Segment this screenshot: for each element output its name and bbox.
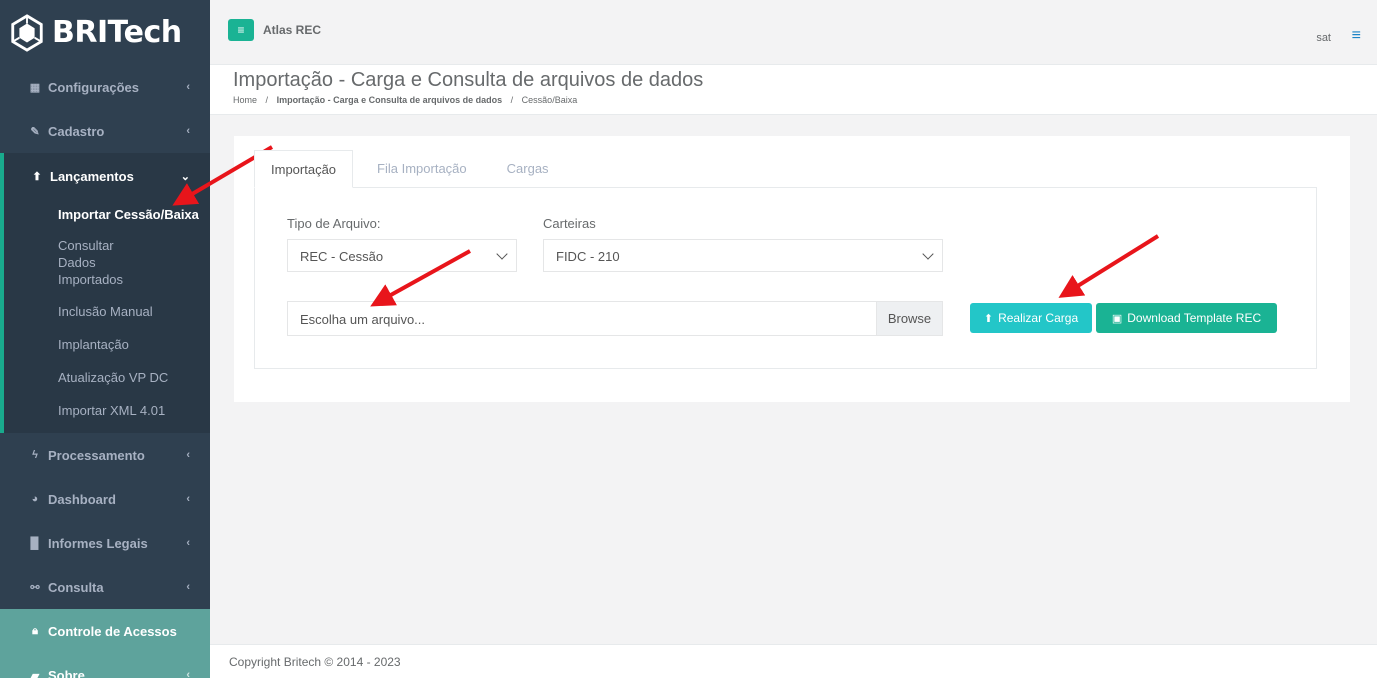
tab-pane-importacao: Tipo de Arquivo: REC - Cessão Carteiras … [254, 187, 1317, 369]
tipo-arquivo-label: Tipo de Arquivo: [287, 216, 381, 231]
sidebar-item-processamento[interactable]: ϟ Processamento ‹ [0, 433, 210, 477]
breadcrumb-home[interactable]: Home [233, 95, 257, 105]
sidebar-subitem-consultar-dados-importados[interactable]: Consultar Dados Importados [4, 230, 154, 295]
sidebar-item-label: Controle de Acessos [48, 623, 177, 639]
sidebar-item-informes-legais[interactable]: ▉ Informes Legais ‹ [0, 521, 210, 565]
carteiras-select[interactable]: FIDC - 210 [543, 239, 943, 272]
sidebar-item-sobre[interactable]: ▰ Sobre ‹ [0, 653, 210, 678]
sidebar-toggle-button[interactable]: ≡ [228, 19, 254, 41]
bars-icon: ≡ [237, 23, 245, 37]
chevron-down-icon [496, 248, 508, 260]
footer: Copyright Britech © 2014 - 2023 [210, 644, 1377, 678]
tab-bar: Importação Fila Importação Cargas [254, 150, 573, 188]
realizar-carga-button[interactable]: ⬆ Realizar Carga [970, 303, 1092, 333]
tipo-arquivo-value: REC - Cessão [300, 249, 384, 264]
breadcrumb-separator: / [265, 95, 269, 105]
chevron-down-icon [922, 248, 934, 260]
sidebar-item-label: Dashboard [48, 491, 116, 507]
tipo-arquivo-select[interactable]: REC - Cessão [287, 239, 517, 272]
sidebar-item-label: Consulta [48, 579, 104, 595]
book-icon: ▰ [30, 669, 40, 678]
sidebar-item-label: Lançamentos [50, 168, 134, 184]
content-box: Importação Fila Importação Cargas Tipo d… [234, 136, 1350, 402]
page-title: Importação - Carga e Consulta de arquivo… [233, 69, 704, 91]
file-excel-icon: ▣ [1111, 312, 1123, 325]
sidebar-subitem-importar-cessao-baixa[interactable]: Importar Cessão/Baixa [4, 199, 210, 230]
sidebar-item-lancamentos[interactable]: ⬆ Lançamentos ⌄ [0, 153, 210, 199]
realizar-carga-label: Realizar Carga [998, 311, 1079, 325]
sidebar-item-label: Processamento [48, 447, 145, 463]
sidebar-item-consulta[interactable]: ⚯ Consulta ‹ [0, 565, 210, 609]
sidebar-item-label: Cadastro [48, 123, 105, 139]
file-input[interactable]: Escolha um arquivo... [287, 301, 877, 336]
chevron-left-icon: ‹ [186, 537, 190, 549]
brand-logo[interactable]: BRITech [0, 0, 210, 65]
user-name[interactable]: sat [1316, 32, 1331, 44]
lock-icon: 🔒︎ [32, 624, 38, 637]
page-heading: Importação - Carga e Consulta de arquivo… [210, 65, 1377, 115]
bolt-icon: ϟ [32, 449, 38, 461]
menu-icon[interactable]: ≡ [1352, 27, 1361, 45]
tab-cargas[interactable]: Cargas [491, 150, 565, 188]
britech-logo-icon [11, 13, 43, 52]
sidebar-item-cadastro[interactable]: ✎ Cadastro ‹ [0, 109, 210, 153]
chevron-down-icon: ⌄ [180, 170, 190, 183]
sidebar-item-controle-de-acessos[interactable]: 🔒︎ Controle de Acessos [0, 609, 210, 653]
binoculars-icon: ⚯ [30, 581, 40, 594]
tab-importacao[interactable]: Importação [254, 150, 354, 188]
breadcrumb: Home / Importação - Carga e Consulta de … [233, 95, 1377, 105]
sidebar-item-configuracoes[interactable]: ▦ Configurações ‹ [0, 65, 210, 109]
pie-chart-icon: ◕ [31, 493, 39, 505]
upload-icon: ⬆ [983, 312, 994, 325]
sidebar-item-label: Configurações [48, 79, 140, 95]
copyright-text: Copyright Britech © 2014 - 2023 [229, 655, 401, 669]
chevron-left-icon: ‹ [186, 669, 190, 678]
browse-button[interactable]: Browse [876, 301, 943, 336]
chevron-left-icon: ‹ [186, 493, 190, 505]
building-icon: ▉ [30, 537, 40, 550]
brand-name: BRITech [52, 15, 182, 50]
sidebar-subitem-importar-xml[interactable]: Importar XML 4.01 [4, 394, 210, 427]
carteiras-label: Carteiras [543, 216, 596, 231]
chevron-left-icon: ‹ [186, 581, 190, 593]
app-title: Atlas REC [263, 23, 322, 37]
carteiras-value: FIDC - 210 [556, 249, 620, 264]
sidebar-item-label: Sobre [48, 667, 85, 678]
sidebar-submenu-lancamentos: Importar Cessão/Baixa Consultar Dados Im… [0, 199, 210, 433]
breadcrumb-current: Cessão/Baixa [521, 95, 578, 105]
breadcrumb-section[interactable]: Importação - Carga e Consulta de arquivo… [277, 95, 503, 105]
sidebar-item-dashboard[interactable]: ◕ Dashboard ‹ [0, 477, 210, 521]
breadcrumb-separator: / [510, 95, 514, 105]
sidebar-item-label: Informes Legais [48, 535, 148, 551]
sidebar-subitem-implantacao[interactable]: Implantação [4, 328, 210, 361]
upload-icon: ⬆ [32, 170, 42, 183]
download-template-button[interactable]: ▣ Download Template REC [1096, 303, 1277, 333]
tab-fila-importacao[interactable]: Fila Importação [361, 150, 483, 188]
download-template-label: Download Template REC [1127, 311, 1262, 325]
chevron-left-icon: ‹ [186, 81, 190, 93]
th-large-icon: ▦ [29, 81, 41, 94]
sidebar: BRITech ▦ Configurações ‹ ✎ Cadastro ‹ ⬆… [0, 0, 210, 678]
chevron-left-icon: ‹ [186, 449, 190, 461]
sidebar-subitem-inclusao-manual[interactable]: Inclusão Manual [4, 295, 210, 328]
edit-icon: ✎ [30, 125, 40, 138]
sidebar-subitem-atualizacao-vp-dc[interactable]: Atualização VP DC [4, 361, 210, 394]
top-navbar: ≡ Atlas REC sat ≡ [210, 0, 1377, 65]
chevron-left-icon: ‹ [186, 125, 190, 137]
